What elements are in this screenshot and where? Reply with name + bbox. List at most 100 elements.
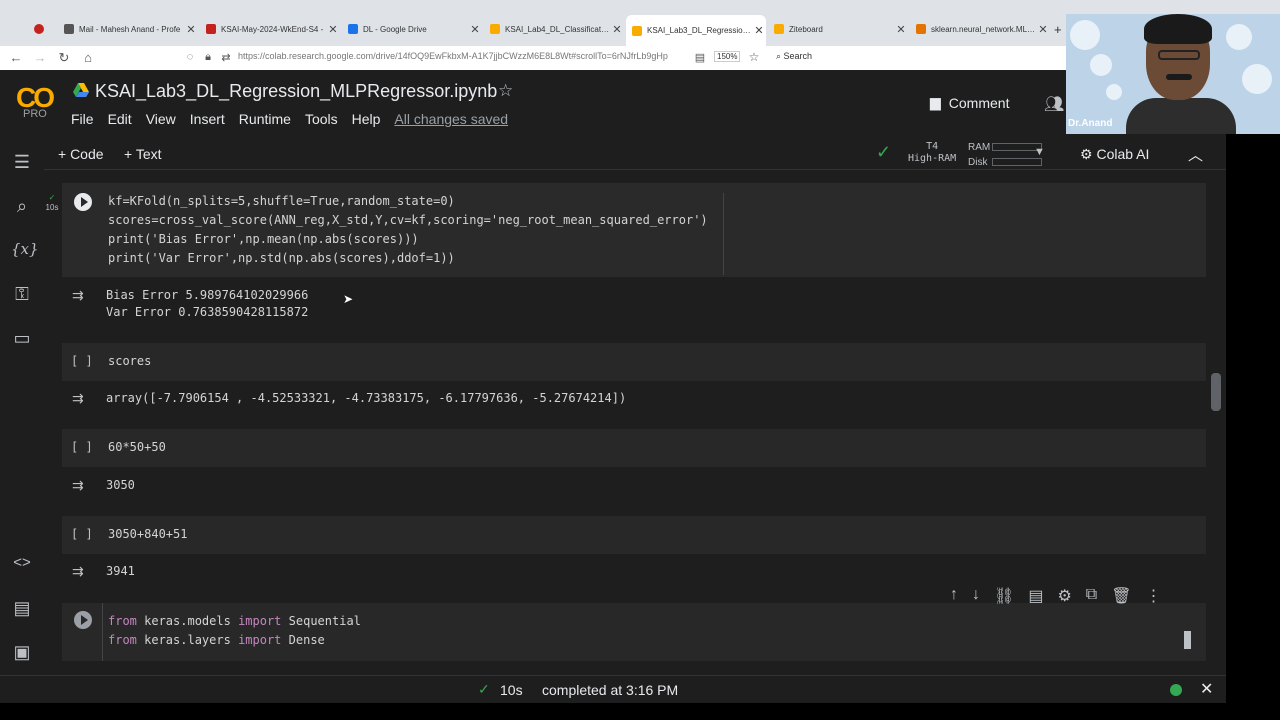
runtime-type[interactable]: T4 High-RAM [908,141,956,165]
close-tab-icon[interactable]: ✕ [1036,23,1050,36]
output-menu-icon[interactable]: ⇉ [72,477,84,494]
delete-icon[interactable]: 🗑︎ [1111,586,1131,606]
menu-file[interactable]: File [71,111,94,127]
code-snippets-icon[interactable]: <> [11,554,33,571]
lock-icon[interactable]: 🔒︎ [200,51,216,64]
tab-title: Ziteboard [789,24,823,34]
search-icon[interactable]: ⌕ [11,196,33,217]
link-icon[interactable]: ⛓ [994,586,1014,606]
key-icon[interactable]: ⚿ [11,284,33,305]
code-cell[interactable]: [ ] 60*50+50 [62,429,1206,467]
exec-time-label: 10s [45,203,59,212]
reload-icon[interactable]: ↻ [56,50,72,66]
tab-favicon [34,24,44,34]
browser-tab[interactable]: sklearn.neural_network.MLPR ✕ [910,17,1050,41]
exec-count[interactable]: [ ] [71,527,93,541]
menu-edit[interactable]: Edit [108,111,132,127]
menu-tools[interactable]: Tools [305,111,338,127]
folder-icon[interactable]: ▭ [11,328,33,349]
home-icon[interactable]: ⌂ [80,50,96,65]
browser-tab[interactable]: Ziteboard ✕ [768,17,908,41]
exec-count[interactable]: [ ] [71,440,93,454]
run-cell-button[interactable] [74,193,92,211]
cell-source[interactable]: 3050+840+51 [108,525,187,544]
share-icon[interactable]: 👥︎ [1044,94,1064,114]
menu-view[interactable]: View [146,111,176,127]
gpu-label: T4 [926,141,939,152]
star-icon[interactable]: ☆ [498,81,513,101]
status-message: completed at 3:16 PM [542,682,679,698]
toc-icon[interactable]: ☰ [11,152,33,173]
code-cell[interactable]: from keras.models import Sequential from … [62,603,1206,661]
close-tab-icon[interactable]: ✕ [894,23,908,36]
close-tab-icon[interactable]: ✕ [184,23,198,36]
tab-title: KSAI_Lab3_DL_Regression_M [647,26,752,35]
back-icon[interactable]: ← [8,50,24,65]
browser-tab[interactable]: KSAI-May-2024-WkEnd-S4 - ✕ [200,17,340,41]
google-drive-icon[interactable] [73,83,89,97]
output-menu-icon[interactable]: ⇉ [72,563,84,580]
save-status[interactable]: All changes saved [394,111,508,127]
code-line: from keras.layers import Dense [108,633,325,647]
status-exec-time: 10s [500,682,523,698]
cell-source[interactable]: scores [108,352,151,371]
output-menu-icon[interactable]: ⇉ [72,287,84,304]
chevron-up-icon[interactable]: ︿ [1188,144,1203,165]
site-settings-icon[interactable]: ⇄ [218,51,234,64]
code-cell[interactable]: kf=KFold(n_splits=5,shuffle=True,random_… [62,183,1206,277]
browser-tab[interactable]: DL - Google Drive ✕ [342,17,482,41]
menu-runtime[interactable]: Runtime [239,111,291,127]
comment-icon[interactable]: ▤ [1028,586,1043,606]
browser-tab-active[interactable]: KSAI_Lab3_DL_Regression_M ✕ [626,15,766,46]
variables-icon[interactable]: {x} [11,240,39,258]
resource-monitor[interactable]: RAM Disk [968,140,1042,170]
terminal-icon[interactable]: ▣ [11,642,33,663]
notebook-scrollbar[interactable] [1211,373,1221,411]
bookmark-star-icon[interactable]: ☆ [746,50,762,64]
cell-source[interactable]: 60*50+50 [108,438,166,457]
code-cell[interactable]: [ ] 3050+840+51 [62,516,1206,554]
browser-search[interactable]: ⌕ Search [776,51,812,62]
drive-icon [348,24,358,34]
zoom-level[interactable]: 150% [714,51,741,62]
browser-tab[interactable]: Mail - Mahesh Anand - Profe ✕ [58,17,198,41]
close-tab-icon[interactable]: ✕ [326,23,340,36]
add-code-button[interactable]: + Code [58,146,104,162]
browser-tab[interactable]: KSAI_Lab4_DL_Classification ✕ [484,17,624,41]
move-down-icon[interactable]: ↓ [972,586,980,606]
browser-tab[interactable] [28,17,52,41]
chevron-down-icon[interactable]: ▼ [1034,146,1045,158]
add-text-button[interactable]: + Text [124,146,162,162]
move-up-icon[interactable]: ↑ [950,586,958,606]
comment-button[interactable]: ▆ Comment [930,94,1009,111]
more-icon[interactable]: ⋮ [1146,586,1162,606]
tab-title: KSAI-May-2024-WkEnd-S4 - [221,24,324,34]
mirror-cell-icon[interactable]: ⧉ [1086,586,1097,606]
code-cell[interactable]: [ ] scores [62,343,1206,381]
colab-pro-label: PRO [23,108,47,120]
menu-insert[interactable]: Insert [190,111,225,127]
code-line: print('Var Error',np.std(np.abs(scores),… [108,251,455,265]
exec-count[interactable]: [ ] [71,354,93,368]
output-menu-icon[interactable]: ⇉ [72,390,84,407]
colab-ai-button[interactable]: ⚙ Colab AI [1080,146,1149,163]
notebook-title[interactable]: KSAI_Lab3_DL_Regression_MLPRegressor.ipy… [95,81,497,102]
cell-source[interactable]: from keras.models import Sequential from … [108,612,361,650]
run-cell-button[interactable] [74,611,92,629]
settings-icon[interactable]: ⚙ [1057,586,1071,606]
cell-output: array([-7.7906154 , -4.52533321, -4.7338… [106,391,627,405]
tab-title: Mail - Mahesh Anand - Profe [79,24,181,34]
close-tab-icon[interactable]: ✕ [610,23,624,36]
shield-icon[interactable]: ◌ [182,51,198,63]
reader-icon[interactable]: ▤ [692,51,708,64]
cell-source[interactable]: kf=KFold(n_splits=5,shuffle=True,random_… [108,192,708,268]
forward-icon[interactable]: → [32,50,48,65]
url-input[interactable]: https://colab.research.google.com/drive/… [238,51,668,61]
command-palette-icon[interactable]: ▤ [11,598,33,619]
menu-help[interactable]: Help [352,111,381,127]
close-icon[interactable]: ✕ [1200,679,1213,699]
close-tab-icon[interactable]: ✕ [468,23,482,36]
ziteboard-icon [774,24,784,34]
close-tab-icon[interactable]: ✕ [752,24,766,37]
menu-bar: File Edit View Insert Runtime Tools Help… [71,111,508,127]
